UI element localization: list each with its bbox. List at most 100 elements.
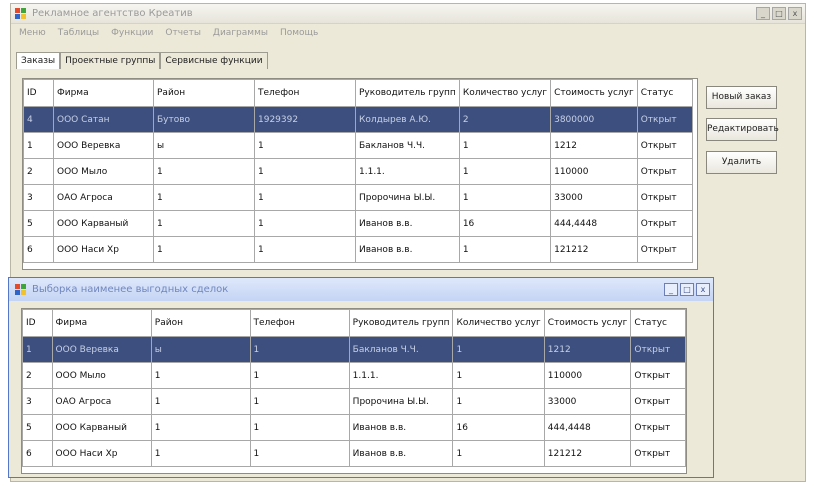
tab-orders[interactable]: Заказы	[16, 52, 61, 69]
table-cell[interactable]: 1	[452, 440, 545, 467]
table-cell[interactable]: Бакланов Ч.Ч.	[348, 336, 454, 363]
table-row[interactable]: 6 ООО Наси Хр 1 1 Иванов в.в. 1 121212 Открыт	[23, 236, 693, 263]
table-cell[interactable]: 1	[249, 362, 350, 389]
table-cell[interactable]: Иванов в.в.	[348, 440, 454, 467]
table-cell[interactable]: 1	[150, 440, 251, 467]
close-icon[interactable]: x	[788, 7, 802, 20]
table-row[interactable]: 1 ООО Веревка ы 1 Бакланов Ч.Ч. 1 1212 Открыт	[22, 336, 686, 363]
table-cell[interactable]: 2	[458, 106, 552, 133]
table-cell[interactable]: 1.1.1.	[348, 362, 454, 389]
table-cell[interactable]: 110000	[550, 158, 638, 185]
table-cell[interactable]: 1	[452, 388, 545, 415]
table-cell[interactable]: ООО Веревка	[51, 336, 152, 363]
table-cell[interactable]: 1	[153, 236, 255, 263]
table-cell[interactable]: 444,4448	[550, 210, 638, 237]
table-cell[interactable]: 33000	[550, 184, 638, 211]
column-header[interactable]: Фирма	[51, 309, 152, 337]
table-cell[interactable]: ООО Наси Хр	[51, 440, 152, 467]
table-cell[interactable]: 16	[452, 414, 545, 441]
table-cell[interactable]: 1	[249, 414, 350, 441]
table-cell[interactable]: 1	[153, 210, 255, 237]
minimize-icon[interactable]: _	[756, 7, 770, 20]
table-cell[interactable]: Пророчина Ы.Ы.	[348, 388, 454, 415]
table-row[interactable]: 3 ОАО Агроса 1 1 Пророчина Ы.Ы. 1 33000 Открыт	[23, 184, 693, 211]
minimize-icon[interactable]: _	[664, 283, 678, 296]
table-cell[interactable]: 1212	[543, 336, 632, 363]
table-cell[interactable]: Открыт	[636, 106, 693, 133]
table-row[interactable]: 2 ООО Мыло 1 1 1.1.1. 1 110000 Открыт	[22, 362, 686, 389]
column-header[interactable]: Статус	[636, 79, 693, 107]
table-cell[interactable]: 3	[22, 388, 53, 415]
column-header[interactable]: Фирма	[53, 79, 154, 107]
table-cell[interactable]: 1	[254, 236, 356, 263]
table-cell[interactable]: Колдырев А.Ю.	[355, 106, 460, 133]
column-header[interactable]: Район	[153, 79, 255, 107]
table-cell[interactable]: 6	[23, 236, 54, 263]
table-cell[interactable]: Открыт	[636, 210, 693, 237]
delete-button[interactable]: Удалить	[706, 151, 777, 174]
table-cell[interactable]: 1212	[550, 132, 638, 159]
table-cell[interactable]: Бутово	[153, 106, 255, 133]
table-cell[interactable]: 2	[23, 158, 54, 185]
table-cell[interactable]: ООО Веревка	[53, 132, 154, 159]
table-cell[interactable]: 444,4448	[543, 414, 632, 441]
column-header[interactable]: ID	[22, 309, 53, 337]
table-cell[interactable]: 3	[23, 184, 54, 211]
table-cell[interactable]: ОАО Агроса	[53, 184, 154, 211]
table-cell[interactable]: 16	[458, 210, 552, 237]
table-cell[interactable]: 1	[254, 184, 356, 211]
table-cell[interactable]: 1	[452, 362, 545, 389]
table-cell[interactable]: 1	[254, 210, 356, 237]
menu-item[interactable]: Функции	[111, 28, 153, 38]
table-cell[interactable]: 1	[458, 132, 552, 159]
table-cell[interactable]: Открыт	[630, 336, 686, 363]
column-header[interactable]: Количество услуг	[452, 309, 545, 337]
column-header[interactable]: Телефон	[254, 79, 356, 107]
table-cell[interactable]: 1	[150, 414, 251, 441]
table-row[interactable]: 6 ООО Наси Хр 1 1 Иванов в.в. 1 121212 Открыт	[22, 440, 686, 467]
table-row[interactable]: 4 ООО Сатан Бутово 1929392 Колдырев А.Ю. 2 380…	[23, 106, 693, 133]
table-cell[interactable]: Открыт	[636, 158, 693, 185]
table-cell[interactable]: 1	[150, 388, 251, 415]
table-cell[interactable]: Бакланов Ч.Ч.	[355, 132, 460, 159]
table-cell[interactable]: 4	[23, 106, 54, 133]
table-cell[interactable]: ООО Карваный	[53, 210, 154, 237]
table-row[interactable]: 2 ООО Мыло 1 1 1.1.1. 1 110000 Открыт	[23, 158, 693, 185]
maximize-icon[interactable]: □	[680, 283, 694, 296]
table-cell[interactable]: Открыт	[630, 440, 686, 467]
table-cell[interactable]: 2	[22, 362, 53, 389]
table-cell[interactable]: 6	[22, 440, 53, 467]
table-cell[interactable]: Открыт	[630, 362, 686, 389]
report-titlebar[interactable]: Выборка наименее выгодных сделок _ □ x	[9, 278, 713, 301]
column-header[interactable]: Количество услуг	[458, 79, 552, 107]
main-titlebar[interactable]: Рекламное агентство Креатив _ □ x	[11, 4, 805, 24]
table-cell[interactable]: 5	[22, 414, 53, 441]
menu-item[interactable]: Помощь	[280, 28, 318, 38]
table-cell[interactable]: 1	[150, 362, 251, 389]
table-cell[interactable]: 1	[458, 236, 552, 263]
table-cell[interactable]: 1	[23, 132, 54, 159]
maximize-icon[interactable]: □	[772, 7, 786, 20]
column-header[interactable]: Статус	[630, 309, 686, 337]
table-cell[interactable]: 1	[458, 184, 552, 211]
table-row[interactable]: 3 ОАО Агроса 1 1 Пророчина Ы.Ы. 1 33000 Открыт	[22, 388, 686, 415]
table-cell[interactable]: 1929392	[254, 106, 356, 133]
table-cell[interactable]: 1	[249, 388, 350, 415]
table-cell[interactable]: ы	[150, 336, 251, 363]
table-cell[interactable]: Открыт	[636, 184, 693, 211]
table-cell[interactable]: Открыт	[630, 388, 686, 415]
table-cell[interactable]: 1.1.1.	[355, 158, 460, 185]
table-cell[interactable]: 1	[153, 158, 255, 185]
column-header[interactable]: Стоимость услуг	[543, 309, 632, 337]
table-cell[interactable]: 1	[249, 440, 350, 467]
table-cell[interactable]: 1	[452, 336, 545, 363]
table-cell[interactable]: 121212	[543, 440, 632, 467]
table-cell[interactable]: Открыт	[636, 236, 693, 263]
menu-item[interactable]: Отчеты	[165, 28, 201, 38]
tab-service-functions[interactable]: Сервисные функции	[160, 52, 268, 69]
table-cell[interactable]: 1	[458, 158, 552, 185]
table-cell[interactable]: ООО Мыло	[51, 362, 152, 389]
table-cell[interactable]: 1	[153, 184, 255, 211]
tab-project-groups[interactable]: Проектные группы	[60, 52, 161, 69]
new-order-button[interactable]: Новый заказ	[706, 86, 777, 109]
